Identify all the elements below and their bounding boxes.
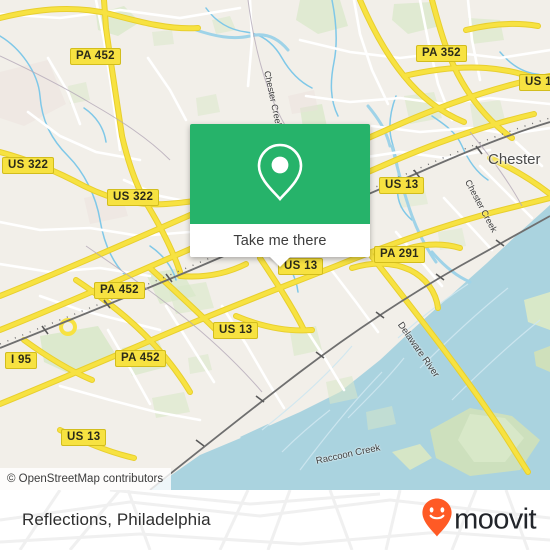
road-shield: PA 452 — [94, 282, 145, 299]
popup-pointer-triangle — [269, 256, 291, 267]
popup-image-area — [190, 124, 370, 224]
road-shield: US 13 — [213, 322, 259, 339]
road-shield: PA 291 — [374, 246, 425, 263]
moovit-logo[interactable]: moovit — [422, 498, 537, 542]
road-shield: PA 452 — [70, 48, 121, 65]
map-pin-icon — [254, 141, 306, 208]
page-title: Reflections, Philadelphia — [22, 510, 211, 529]
road-shield: US 13 — [61, 429, 107, 446]
take-me-there-label: Take me there — [233, 232, 327, 249]
road-shield: US 322 — [107, 189, 160, 206]
road-shield: US 322 — [2, 157, 55, 174]
road-shield: I 95 — [5, 352, 38, 369]
moovit-pin-smiley-icon — [422, 498, 452, 542]
location-popup-card[interactable]: Take me there — [190, 124, 370, 267]
road-shield: US 13 — [379, 177, 425, 194]
footer-bar: Reflections, Philadelphia moovit — [0, 490, 550, 550]
osm-attribution[interactable]: © OpenStreetMap contributors — [0, 468, 172, 490]
road-shield: PA 352 — [416, 45, 467, 62]
moovit-wordmark: moovit — [454, 503, 536, 536]
road-shield: PA 452 — [115, 350, 166, 367]
screenshot-root: PA 452 PA 352 US 1 US 322 US 322 US 13 P… — [0, 0, 550, 550]
map-canvas[interactable]: PA 452 PA 352 US 1 US 322 US 322 US 13 P… — [0, 0, 550, 490]
osm-attribution-text: © OpenStreetMap contributors — [7, 473, 164, 485]
road-shield: US 1 — [519, 74, 550, 91]
take-me-there-button[interactable]: Take me there — [190, 224, 370, 267]
